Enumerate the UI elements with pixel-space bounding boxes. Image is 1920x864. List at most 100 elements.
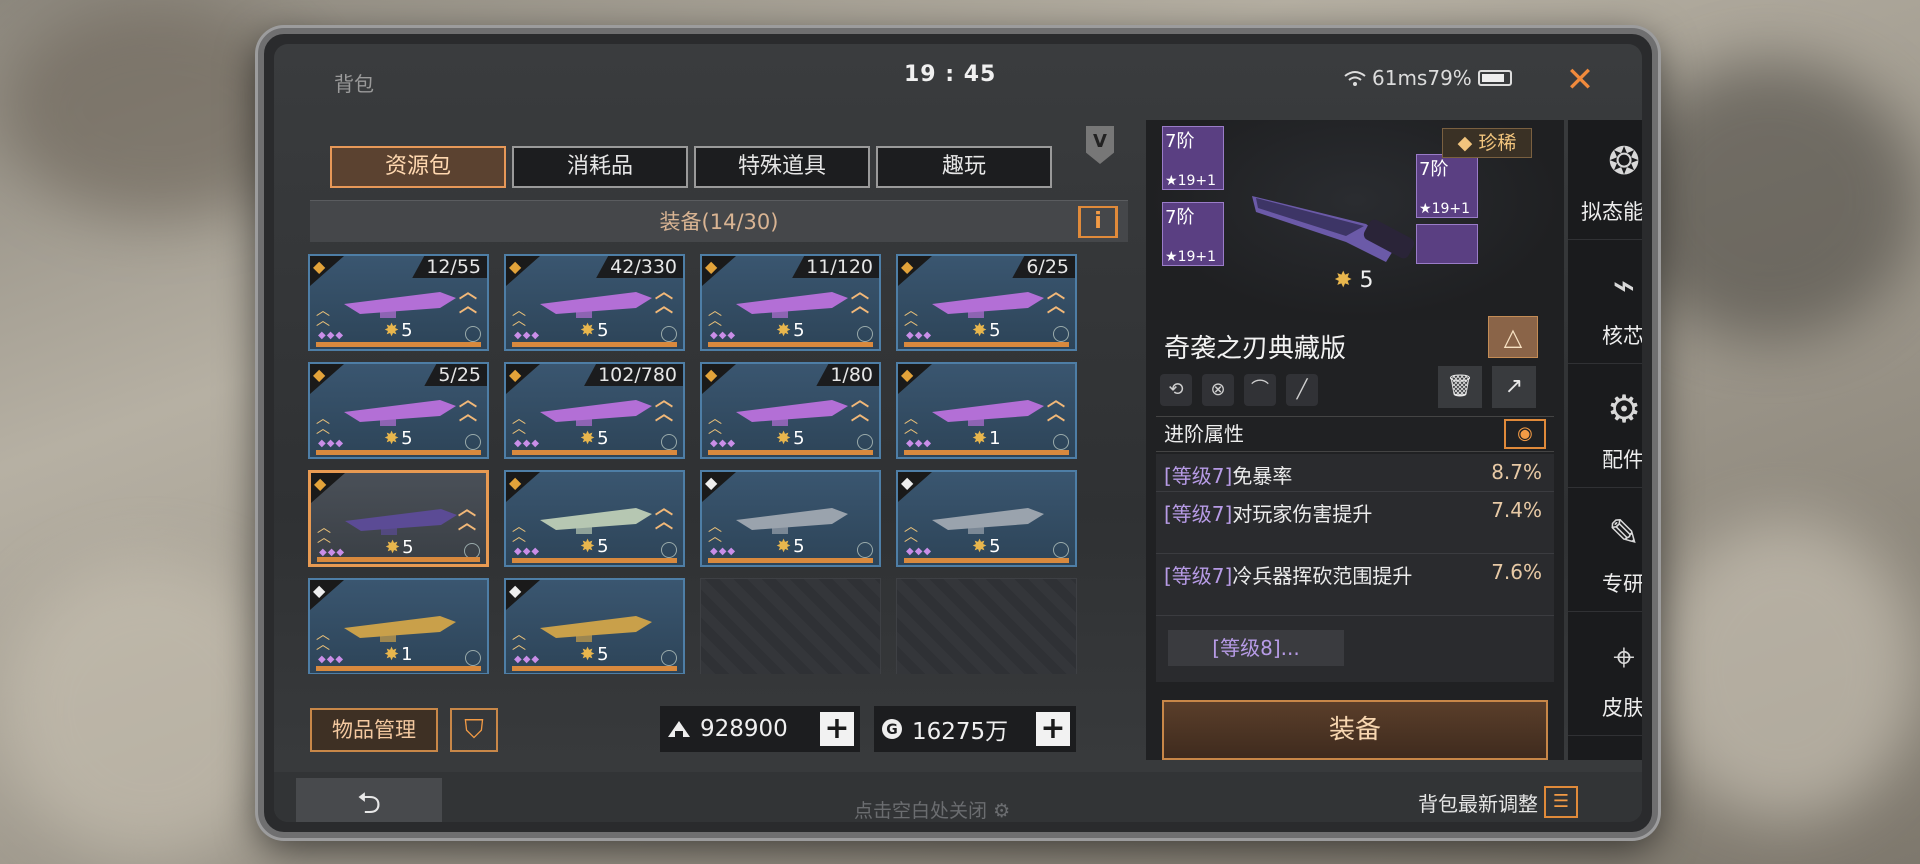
- item-count: 1/80: [816, 364, 879, 386]
- upgrade-arrow-icon: ︿ ︿: [655, 282, 673, 317]
- nav-core[interactable]: ⌁ 核芯: [1568, 244, 1642, 364]
- quality-dots: ◆◆◆: [906, 438, 933, 449]
- manage-items-button[interactable]: 物品管理: [310, 708, 438, 752]
- item-stars: ✸ 5: [580, 428, 609, 449]
- item-star-value: 5: [793, 536, 805, 557]
- item-star-value: 5: [597, 320, 609, 341]
- inventory-item[interactable]: ◆ ︿ ︿ ︿ ︿ ◆◆◆ ✸ 1: [896, 362, 1077, 459]
- tier-level: ★19+1: [1165, 173, 1217, 189]
- coin-icon: G: [882, 719, 902, 739]
- latest-adjustment-link[interactable]: 背包最新调整 ☰: [1418, 786, 1578, 818]
- upgrade-arrow-icon: ︿ ︿: [459, 390, 477, 425]
- currency-gold-amount: 928900: [700, 716, 788, 742]
- grade-icon: ◆: [313, 365, 326, 384]
- tier-level: ★19+1: [1419, 201, 1471, 217]
- tab-resource-pack[interactable]: 资源包: [330, 146, 506, 188]
- tab-fun[interactable]: 趣玩: [876, 146, 1052, 188]
- grade-icon: ◆: [313, 257, 326, 276]
- inventory-item[interactable]: ◆ ︿ ︿ ◆◆◆ ✸ 1: [308, 578, 489, 674]
- currency-coin-amount: 16275万: [912, 719, 1009, 745]
- close-button[interactable]: ✕: [1560, 60, 1600, 100]
- lock-icon: [661, 650, 677, 666]
- attribute-value: 7.4%: [1491, 498, 1542, 522]
- cross-icon: ⊗: [1202, 374, 1234, 406]
- item-stars: ✸ 1: [384, 644, 413, 665]
- tier-label: 7阶: [1165, 207, 1195, 228]
- item-star-value: 5: [793, 428, 805, 449]
- quality-dots: ◆◆◆: [514, 546, 541, 557]
- rank-icon: ︿ ︿: [708, 303, 722, 329]
- inventory-item[interactable]: ◆ 5/25 ︿ ︿ ︿ ︿ ◆◆◆ ✸ 5: [308, 362, 489, 459]
- item-star-value: 5: [401, 320, 413, 341]
- equipment-count: 装备(14/30): [659, 210, 779, 234]
- inventory-item[interactable]: ◆ 11/120 ︿ ︿ ︿ ︿ ◆◆◆ ✸ 5: [700, 254, 881, 351]
- lock-icon: [661, 434, 677, 450]
- upgrade-arrow-icon: ︿ ︿: [1047, 282, 1065, 317]
- nav-research[interactable]: ✎ 专研: [1568, 492, 1642, 612]
- lock-icon: [1053, 434, 1069, 450]
- upgrade-button[interactable]: △: [1488, 316, 1538, 358]
- close-hint: 点击空白处关闭 ⚙: [854, 796, 1010, 822]
- status-bar: 61ms79%: [1344, 66, 1512, 90]
- device-frame: 背包 19 : 45 61ms79% ✕ 资源包 消耗品 特殊道具 趣玩 V 装…: [258, 28, 1658, 838]
- grade-icon: ◆: [901, 365, 914, 384]
- inventory-item[interactable]: ◆ ︿ ︿ ◆◆◆ ✸ 5: [504, 578, 685, 674]
- item-stars: ✸ 5: [384, 320, 413, 341]
- item-art-icon: [736, 292, 848, 318]
- eye-toggle-button[interactable]: ◉: [1504, 419, 1546, 449]
- item-count: 6/25: [1012, 256, 1075, 278]
- inventory-item[interactable]: ◆ ︿ ︿ ◆◆◆ ✸ 5: [896, 470, 1077, 567]
- info-button[interactable]: i: [1078, 206, 1118, 238]
- progress-bar: [512, 666, 677, 671]
- tab-special-items[interactable]: 特殊道具: [694, 146, 870, 188]
- upgrade-arrow-icon: ︿ ︿: [459, 282, 477, 317]
- share-button[interactable]: ↗: [1492, 366, 1536, 408]
- tab-consumables[interactable]: 消耗品: [512, 146, 688, 188]
- inventory-item[interactable]: ◆ 102/780 ︿ ︿ ︿ ︿ ◆◆◆ ✸ 5: [504, 362, 685, 459]
- attribute-row: [等级7]对玩家伤害提升 7.4%: [1156, 492, 1554, 554]
- nav-mimic-ability[interactable]: ❂ 拟态能力: [1568, 120, 1642, 240]
- top-bar: 背包 19 : 45 61ms79% ✕: [274, 44, 1642, 104]
- rank-icon: ︿ ︿: [904, 519, 918, 545]
- add-coin-button[interactable]: +: [1036, 712, 1070, 746]
- quality-dots: ◆◆◆: [514, 438, 541, 449]
- empty-slot[interactable]: [700, 578, 881, 674]
- filter-button[interactable]: ⛉: [450, 708, 498, 752]
- grade-icon: ◆: [314, 474, 327, 493]
- nav-skin[interactable]: ⌖ 皮肤: [1568, 616, 1642, 736]
- add-gold-button[interactable]: +: [820, 712, 854, 746]
- battery-icon: [1477, 70, 1512, 86]
- item-stars: ✸ 5: [972, 536, 1001, 557]
- inventory-item[interactable]: ◆ 42/330 ︿ ︿ ︿ ︿ ◆◆◆ ✸ 5: [504, 254, 685, 351]
- back-button[interactable]: ⮌: [296, 778, 442, 822]
- inventory-item[interactable]: ◆ 12/55 ︿ ︿ ︿ ︿ ◆◆◆ ✸ 5: [308, 254, 489, 351]
- empty-slot[interactable]: [896, 578, 1077, 674]
- inventory-item[interactable]: ◆ 1/80 ︿ ︿ ︿ ︿ ◆◆◆ ✸ 5: [700, 362, 881, 459]
- grade-icon: ◆: [509, 365, 522, 384]
- equipment-header: 装备(14/30) i: [310, 200, 1128, 242]
- inventory-item[interactable]: ◆ ︿ ︿ ◆◆◆ ✸ 5: [700, 470, 881, 567]
- tier-slot[interactable]: 7阶 ★19+1: [1162, 126, 1224, 190]
- attribute-value: 7.6%: [1491, 560, 1542, 584]
- delete-button[interactable]: 🗑: [1438, 366, 1482, 408]
- inventory-item[interactable]: ◆ ︿ ︿ ︿ ︿ ◆◆◆ ✸ 5: [504, 470, 685, 567]
- inventory-screen: 背包 19 : 45 61ms79% ✕ 资源包 消耗品 特殊道具 趣玩 V 装…: [274, 44, 1642, 822]
- nav-label: 核芯: [1602, 324, 1642, 348]
- more-attributes-button[interactable]: [等级8]...: [1168, 630, 1344, 666]
- equip-button[interactable]: 装备: [1162, 700, 1548, 760]
- item-art-icon: [344, 400, 456, 426]
- item-grid: ◆ 12/55 ︿ ︿ ︿ ︿ ◆◆◆ ✸ 5 ◆ 42/330 ︿ ︿ ︿ ︿ ◆◆◆ ✸ 5 ◆ 11/120 ︿ ︿…: [308, 254, 1130, 674]
- tier-slot[interactable]: 7阶 ★19+1: [1162, 202, 1224, 266]
- item-star-value: 5: [597, 644, 609, 665]
- inventory-item[interactable]: ◆ 6/25 ︿ ︿ ︿ ︿ ◆◆◆ ✸ 5: [896, 254, 1077, 351]
- rank-icon: ︿ ︿: [317, 520, 331, 546]
- quality-dots: ◆◆◆: [318, 654, 345, 665]
- currency-gold: 928900 +: [660, 706, 860, 752]
- item-detail-panel: 7阶 ★19+1 7阶 ★19+1 7阶 ★19+1 ◆ 珍稀 ✸ 5 奇袭之刃…: [1146, 120, 1564, 760]
- inventory-item[interactable]: ◆ ︿ ︿ ︿ ︿ ◆◆◆ ✸ 5: [308, 470, 489, 567]
- nav-parts[interactable]: ⚙ 配件: [1568, 368, 1642, 488]
- lock-icon: [465, 434, 481, 450]
- rank-icon: ︿ ︿: [904, 411, 918, 437]
- item-star-value: 5: [989, 536, 1001, 557]
- item-art-icon: [736, 508, 848, 534]
